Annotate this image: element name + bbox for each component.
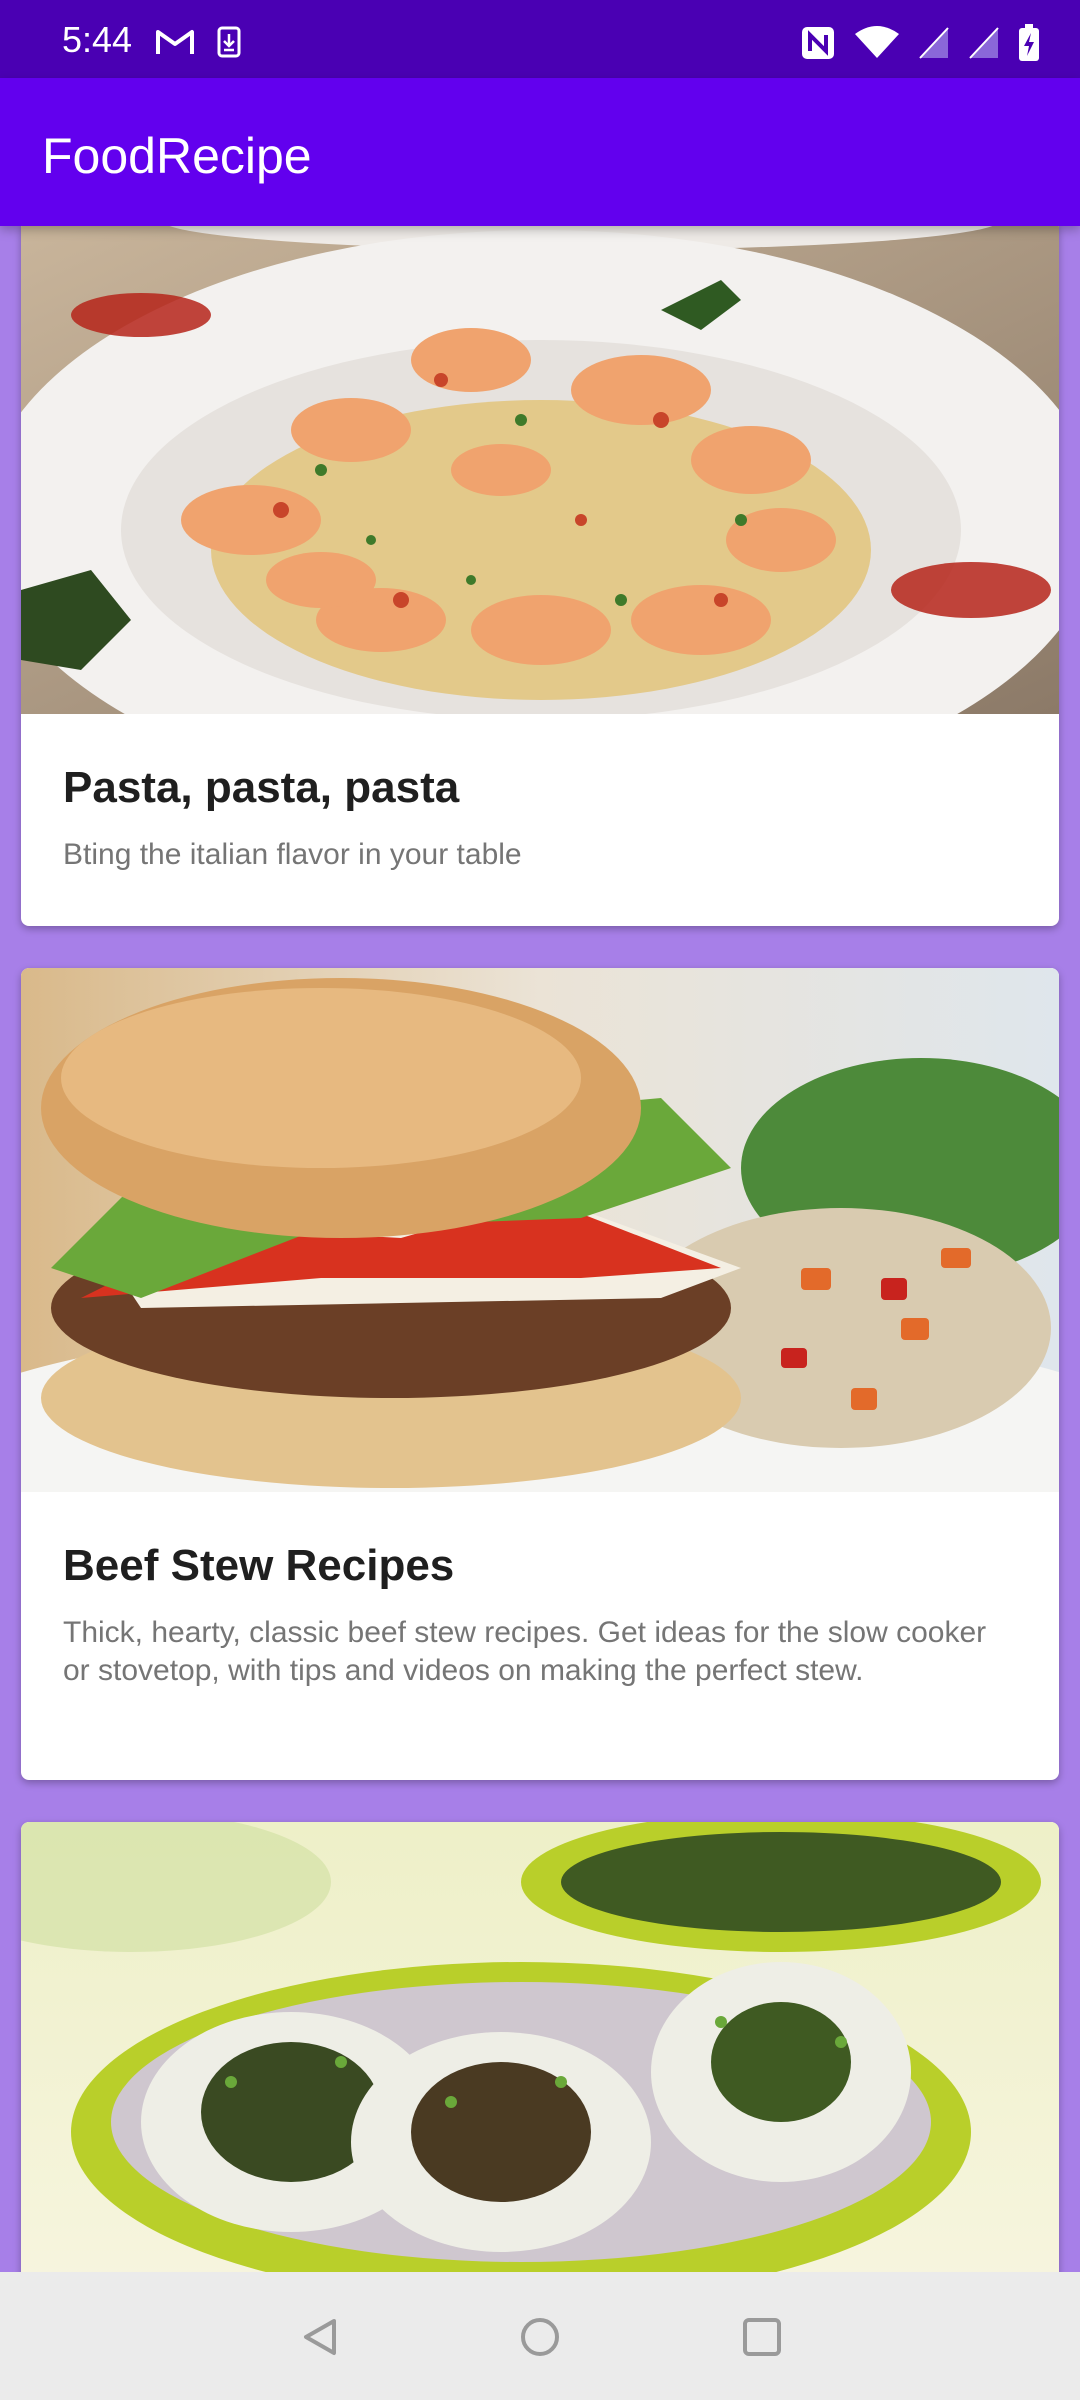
card-body: Pasta, pasta, pasta Bting the italian fl…	[21, 714, 1059, 874]
battery-icon	[1018, 24, 1040, 67]
recipe-description: Thick, hearty, classic beef stew recipes…	[63, 1616, 987, 1687]
recipe-card-pasta[interactable]: Pasta, pasta, pasta Bting the italian fl…	[21, 226, 1059, 926]
signal-icon	[918, 26, 950, 65]
home-icon[interactable]	[515, 2312, 565, 2362]
gmail-icon	[155, 27, 195, 62]
recipe-feed[interactable]: Pasta, pasta, pasta Bting the italian fl…	[0, 226, 1080, 2272]
back-icon[interactable]	[295, 2312, 345, 2362]
wifi-icon	[854, 26, 900, 65]
signal-2-icon	[968, 26, 1000, 65]
app-title: FoodRecipe	[42, 128, 312, 184]
recipe-card-beef-stew[interactable]: Beef Stew Recipes Thick, hearty, classic…	[21, 968, 1059, 1780]
sushi-roll-photo	[21, 1822, 1059, 2272]
download-icon	[217, 26, 241, 63]
app-bar: FoodRecipe	[0, 78, 1080, 226]
status-bar: 5:44	[0, 0, 1080, 78]
burger-photo	[21, 968, 1059, 1492]
shrimp-pasta-photo	[21, 226, 1059, 714]
status-notification-icons	[155, 26, 241, 63]
recipe-description: Bting the italian flavor in your table	[63, 838, 522, 871]
recipe-card-sushi[interactable]	[21, 1822, 1059, 2272]
recipe-image-sushi	[21, 1822, 1059, 2272]
status-time: 5:44	[62, 19, 133, 60]
recipe-image-beef-stew	[21, 968, 1059, 1492]
recipe-image-pasta	[21, 226, 1059, 714]
card-body: Beef Stew Recipes Thick, hearty, classic…	[21, 1492, 1059, 1690]
status-system-icons	[800, 24, 1040, 67]
nfc-icon	[800, 25, 836, 66]
recents-icon[interactable]	[737, 2312, 787, 2362]
recipe-title: Beef Stew Recipes	[63, 1541, 455, 1590]
recipe-title: Pasta, pasta, pasta	[63, 763, 460, 812]
system-navigation-bar	[0, 2272, 1080, 2400]
